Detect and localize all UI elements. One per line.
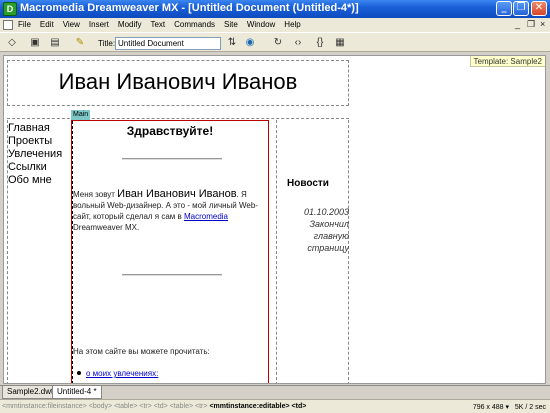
view-options-icon[interactable]: ▦: [334, 37, 346, 49]
design-view-icon[interactable]: ▤: [49, 37, 61, 49]
title-label: Title:: [98, 39, 116, 48]
bullet-icon: [77, 371, 81, 375]
nav-list: Главная Проекты Увлечения Ссылки Обо мне: [8, 122, 62, 187]
horizontal-rule: [122, 274, 222, 276]
window-size[interactable]: 796 x 488: [473, 404, 504, 411]
menu-view[interactable]: View: [63, 20, 80, 29]
design-canvas[interactable]: Template: Sample2 Иван Иванович Иванов M…: [3, 55, 546, 384]
preview-icon[interactable]: ◉: [244, 37, 256, 49]
menu-file[interactable]: File: [18, 20, 31, 29]
title-input[interactable]: [115, 37, 221, 50]
menu-edit[interactable]: Edit: [40, 20, 54, 29]
row-divider: [7, 118, 349, 119]
file-size: 5K / 2 sec: [514, 404, 546, 411]
nav-item-about[interactable]: Обо мне: [8, 174, 62, 187]
code-view-icon[interactable]: ◇: [6, 37, 18, 49]
tab-untitled-4[interactable]: Untitled-4 *: [52, 386, 102, 399]
editable-region-label[interactable]: Main: [71, 110, 91, 120]
site-title: Иван Иванович Иванов: [58, 69, 298, 94]
doc-close-icon[interactable]: ×: [540, 19, 545, 29]
author-name: Иван Иванович Иванов: [117, 188, 237, 200]
minimize-icon[interactable]: _: [496, 1, 512, 16]
status-bar: <mmtinstance:fileinstance> <body> <table…: [0, 399, 550, 413]
dreamweaver-app-icon: D: [3, 2, 17, 16]
read-text: На этом сайте вы можете прочитать:: [73, 347, 210, 356]
menu-bar: File Edit View Insert Modify Text Comman…: [0, 18, 550, 32]
tag-selector[interactable]: <mmtinstance:fileinstance> <body> <table…: [2, 403, 306, 410]
file-transfer-icon[interactable]: ⇅: [226, 37, 238, 49]
restore-icon[interactable]: ❐: [513, 1, 529, 16]
nav-item-links[interactable]: Ссылки: [8, 161, 62, 174]
menu-help[interactable]: Help: [284, 20, 300, 29]
hobbies-link[interactable]: о моих увлечениях:: [86, 369, 158, 378]
document-tabs: Sample2.dwt Untitled-4 *: [0, 385, 550, 399]
code-nav-icon[interactable]: {}: [314, 37, 326, 49]
macromedia-link[interactable]: Macromedia: [184, 212, 228, 221]
nav-item-home[interactable]: Главная: [8, 122, 62, 135]
document-icon: [3, 20, 13, 30]
title-bar: D Macromedia Dreamweaver MX - [Untitled …: [0, 0, 550, 18]
menu-site[interactable]: Site: [224, 20, 238, 29]
reference-icon[interactable]: ‹›: [292, 37, 304, 49]
doc-restore-icon[interactable]: ❐: [527, 19, 535, 30]
header-cell: Иван Иванович Иванов: [7, 60, 349, 106]
menu-list: File Edit View Insert Modify Text Comman…: [18, 20, 301, 29]
nav-item-projects[interactable]: Проекты: [8, 135, 62, 148]
doc-minimize-icon[interactable]: _: [515, 19, 520, 29]
template-tag: Template: Sample2: [469, 56, 545, 67]
menu-text[interactable]: Text: [150, 20, 165, 29]
document-area: Template: Sample2 Иван Иванович Иванов M…: [0, 53, 550, 384]
intro-paragraph: Меня зовут Иван Иванович Иванов. Я вольн…: [73, 188, 258, 233]
close-icon[interactable]: ✕: [531, 1, 547, 16]
greeting-heading: Здравствуйте!: [126, 124, 214, 138]
main-editable-region[interactable]: Здравствуйте! Меня зовут Иван Иванович И…: [71, 120, 269, 383]
menu-modify[interactable]: Modify: [118, 20, 142, 29]
news-text: 01.10.2003 Закончил главную страницу: [303, 207, 349, 253]
split-view-icon[interactable]: ▣: [29, 37, 41, 49]
window-title: Macromedia Dreamweaver MX - [Untitled Do…: [20, 2, 359, 14]
nav-item-hobbies[interactable]: Увлечения: [8, 148, 62, 161]
status-info: 796 x 488 ▾ 5K / 2 sec: [472, 404, 546, 411]
refresh-icon[interactable]: ↻: [272, 37, 284, 49]
menu-window[interactable]: Window: [247, 20, 275, 29]
tab-sample2[interactable]: Sample2.dwt: [2, 386, 59, 399]
document-toolbar: ◇ ▣ ▤ ✎ Title: ⇅ ◉ ↻ ‹› {} ▦: [0, 32, 550, 52]
menu-insert[interactable]: Insert: [89, 20, 109, 29]
file-management-icon[interactable]: ✎: [74, 37, 86, 49]
menu-commands[interactable]: Commands: [174, 20, 215, 29]
news-title: Новости: [287, 178, 329, 189]
horizontal-rule: [122, 158, 222, 160]
